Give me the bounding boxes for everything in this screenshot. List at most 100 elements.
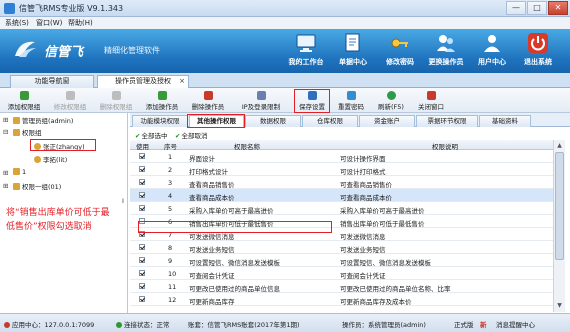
use-checkbox[interactable]: [139, 283, 145, 289]
tree-item-admin-group[interactable]: 管理员组(admin): [13, 115, 73, 125]
tab-bill-stage-permissions[interactable]: 票据环节权限: [416, 115, 478, 127]
use-checkbox[interactable]: [139, 257, 145, 263]
refresh-icon: [386, 91, 396, 100]
use-checkbox[interactable]: [139, 205, 145, 211]
brand-name: 信管飞: [44, 45, 84, 60]
cancel-all-button[interactable]: ✔全部取消: [175, 130, 207, 140]
table-row[interactable]: 5 采购入库单价可高于最高进价 采购入库单价可高于最高进价: [130, 202, 553, 215]
tree-item-group-01[interactable]: 权限一组(01): [13, 181, 61, 191]
use-checkbox[interactable]: [139, 179, 145, 185]
table-row[interactable]: 10 可查阅会计凭证 可查阅会计凭证: [130, 267, 553, 280]
use-checkbox[interactable]: [139, 244, 145, 250]
tab-function-navigation[interactable]: 功能导航窗: [10, 75, 94, 88]
close-button[interactable]: ✕: [548, 1, 568, 15]
edit-group-icon: [65, 91, 75, 100]
table-row[interactable]: 4 查看商品成本价 可查看商品成本价: [130, 189, 553, 202]
row-seq: 12: [168, 296, 177, 304]
row-permission-desc: 采购入库单价可高于最高进价: [340, 207, 425, 215]
row-permission-desc: 可更新商品库存及成本价: [340, 298, 412, 306]
use-checkbox[interactable]: [139, 153, 145, 159]
register-badge[interactable]: 新: [480, 319, 487, 329]
connection-icon: [116, 322, 122, 328]
close-window-icon: [426, 91, 436, 100]
tree-item-label: 李拓(lit): [43, 156, 68, 164]
refresh-label: 刷新(F5): [378, 103, 404, 111]
close-window-button[interactable]: 关闭窗口: [414, 91, 448, 111]
delete-group-button[interactable]: 删除权限组: [96, 91, 136, 111]
row-permission-desc: 可发送微信消息: [340, 233, 386, 241]
grid-scrollbar[interactable]: ▲ ▼: [553, 140, 565, 312]
row-permission-desc: 可设计打印格式: [340, 168, 386, 176]
check-icon: ✔: [175, 132, 181, 140]
minimize-button[interactable]: —: [506, 1, 526, 15]
header-banner: 信管飞 精细化管理软件 我的工作台 单据中心 修改密码 更换操作员 用户中心 退…: [0, 29, 570, 73]
user-center-button[interactable]: 用户中心: [469, 32, 515, 70]
tab-data-permissions[interactable]: 数据权限: [245, 115, 301, 127]
menu-system[interactable]: 系统(S): [5, 18, 29, 28]
table-row[interactable]: 9 可设置短信、微信消息发送模板 可设置短信、微信消息发送模板: [130, 254, 553, 267]
table-row[interactable]: 8 可发送业务短信 可发送业务短信: [130, 241, 553, 254]
menu-window[interactable]: 窗口(W): [36, 18, 62, 28]
tab-basic-data[interactable]: 基础资料: [479, 115, 531, 127]
use-checkbox[interactable]: [139, 270, 145, 276]
scroll-down-icon[interactable]: ▼: [555, 301, 564, 310]
change-password-button[interactable]: 修改密码: [377, 32, 423, 70]
table-row[interactable]: 3 查看商品销售价 可查看商品销售价: [130, 176, 553, 189]
row-seq: 8: [168, 244, 173, 252]
maximize-button[interactable]: □: [527, 1, 547, 15]
delete-operator-icon: [203, 91, 213, 100]
select-all-button[interactable]: ✔全部选中: [135, 130, 167, 140]
ip-login-limit-button[interactable]: IP及登录限制: [234, 91, 288, 111]
add-group-button[interactable]: 添加权限组: [4, 91, 44, 111]
tab-close-icon[interactable]: ×: [179, 76, 185, 87]
add-operator-button[interactable]: 添加操作员: [142, 91, 182, 111]
group-icon: [13, 117, 20, 124]
reset-password-button[interactable]: 重置密码: [334, 91, 368, 111]
tab-fund-accounts[interactable]: 资金账户: [359, 115, 415, 127]
switch-operator-button[interactable]: 更换操作员: [423, 32, 469, 70]
tree-expander[interactable]: ⊞: [3, 116, 8, 124]
row-permission-name: 可更新商品库存: [189, 298, 235, 306]
user-center-label: 用户中心: [478, 58, 506, 66]
use-checkbox[interactable]: [139, 192, 145, 198]
message-center-link[interactable]: 消息提醒中心: [496, 319, 535, 329]
table-row[interactable]: 1 界面设计 可设计操作界面: [130, 150, 553, 163]
table-row[interactable]: 11 可更改已使用过的商品单位信息 可更改已使用过的商品单位名称、比率: [130, 280, 553, 293]
switch-user-icon: [437, 35, 455, 52]
tree-expander[interactable]: ⊟: [3, 128, 8, 136]
scroll-thumb[interactable]: [555, 152, 564, 260]
tree-item-lit[interactable]: 李拓(lit): [34, 154, 67, 164]
table-row[interactable]: 12 可更新商品库存 可更新商品库存及成本价: [130, 293, 553, 306]
app-center-text: 应用中心：127.0.0.1:7099: [12, 321, 95, 329]
tab-warehouse-permissions[interactable]: 仓库权限: [302, 115, 358, 127]
tree-item-group-1[interactable]: 1: [13, 168, 26, 178]
app-center-status: 应用中心：127.0.0.1:7099: [4, 319, 94, 329]
workbench-button[interactable]: 我的工作台: [283, 32, 329, 70]
current-row-marker: I: [122, 197, 124, 205]
reset-password-icon: [346, 91, 356, 100]
delete-operator-button[interactable]: 删除操作员: [188, 91, 228, 111]
tree-expander[interactable]: ⊞: [3, 169, 8, 177]
row-permission-name: 查看商品成本价: [189, 194, 235, 202]
row-permission-desc: 可发送业务短信: [340, 246, 386, 254]
use-checkbox[interactable]: [139, 296, 145, 302]
scroll-up-icon[interactable]: ▲: [555, 141, 564, 150]
menu-help[interactable]: 帮助(H): [68, 18, 93, 28]
document-center-button[interactable]: 单据中心: [330, 32, 376, 70]
edit-group-button[interactable]: 修改权限组: [50, 91, 90, 111]
connection-status: 连接状态：正常: [116, 319, 170, 329]
tree-expander[interactable]: ⊞: [3, 182, 8, 190]
row-permission-name: 可发送业务短信: [189, 246, 235, 254]
cancel-all-label: 全部取消: [181, 132, 208, 140]
tree-item-permission-group[interactable]: 权限组: [13, 127, 42, 137]
menu-bar: 系统(S) 窗口(W) 帮助(H): [0, 17, 570, 29]
tab-function-module-permissions[interactable]: 功能模块权限: [132, 115, 188, 127]
check-icon: ✔: [135, 132, 141, 140]
exit-system-button[interactable]: 退出系统: [515, 32, 561, 70]
tab-operator-management[interactable]: 操作员管理及授权 ×: [97, 75, 189, 88]
refresh-button[interactable]: 刷新(F5): [374, 91, 408, 111]
row-permission-name: 打印格式设计: [189, 168, 228, 176]
use-checkbox[interactable]: [139, 166, 145, 172]
add-operator-label: 添加操作员: [145, 103, 179, 111]
table-row[interactable]: 2 打印格式设计 可设计打印格式: [130, 163, 553, 176]
